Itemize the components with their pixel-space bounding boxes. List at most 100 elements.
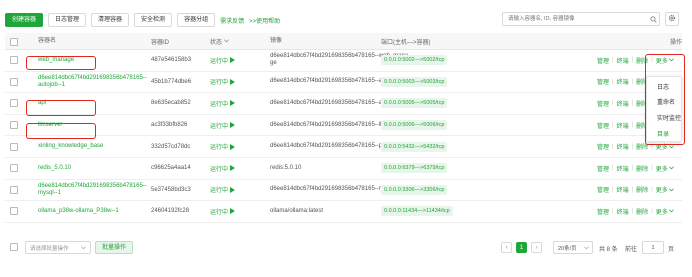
container-name-link[interactable]: d6ee814dbc67f4bd291698356b478165--mysql-… <box>38 180 150 201</box>
row-checkbox[interactable] <box>10 142 18 151</box>
container-name-link[interactable]: ollama_p38w-ollama_P38w--1 <box>38 201 150 222</box>
row-checkbox[interactable] <box>10 99 18 108</box>
help-link[interactable]: >>使用帮助 <box>249 16 280 25</box>
container-name-link[interactable]: d6ee814dbc67f4bd291698356b478165--autojo… <box>38 72 150 93</box>
create-container-button[interactable]: 创建容器 <box>5 13 44 27</box>
port-badge[interactable]: 0.0.0.0:5003—>5003/tcp <box>381 76 448 87</box>
status-text: 运行中 <box>210 80 229 87</box>
header-status-label: 状态 <box>210 40 223 46</box>
manage-link[interactable]: 管理 <box>597 207 609 216</box>
play-icon <box>230 186 236 193</box>
terminal-link[interactable]: 终端 <box>617 77 629 86</box>
batch-action-button[interactable]: 批量操作 <box>95 241 134 254</box>
prev-page-button[interactable]: ‹ <box>501 242 512 253</box>
status-cell[interactable]: 运行中 <box>210 93 236 114</box>
menu-item-rename[interactable]: 重命名 <box>657 97 675 106</box>
manage-link[interactable]: 管理 <box>597 185 609 194</box>
row-checkbox[interactable] <box>10 56 18 65</box>
row-checkbox[interactable] <box>10 164 18 173</box>
row-actions: 管理 | 终端 | 删除 | 更多 <box>597 158 674 179</box>
row-checkbox[interactable] <box>10 121 18 130</box>
manage-link[interactable]: 管理 <box>597 77 609 86</box>
search-icon[interactable] <box>647 13 659 25</box>
port-cell: 0.0.0.0:5006—>5006/tcp <box>381 115 448 136</box>
status-cell[interactable]: 运行中 <box>210 72 236 93</box>
menu-item-monitor[interactable]: 实时监控 <box>657 113 681 122</box>
action-divider: | <box>612 78 614 85</box>
port-badge[interactable]: 0.0.0.0:5006—>5006/tcp <box>381 120 448 131</box>
delete-link[interactable]: 删除 <box>636 207 648 216</box>
page-size-select[interactable]: 20条/页 <box>553 241 593 254</box>
container-name-link[interactable]: xinling_knowledge_base <box>38 136 150 157</box>
action-divider: | <box>631 78 634 85</box>
security-check-button[interactable]: 安全检测 <box>134 13 173 27</box>
more-dropdown-trigger[interactable]: 更多 <box>656 185 674 194</box>
terminal-link[interactable]: 终端 <box>617 121 629 130</box>
manage-link[interactable]: 管理 <box>597 142 609 151</box>
action-divider: | <box>612 143 614 150</box>
row-checkbox[interactable] <box>10 77 18 86</box>
terminal-link[interactable]: 终端 <box>617 142 629 151</box>
status-text: 运行中 <box>210 166 229 173</box>
play-icon <box>230 78 236 85</box>
search-input[interactable] <box>503 13 647 25</box>
header-name[interactable]: 容器名 <box>38 33 150 50</box>
chevron-down-icon <box>224 38 229 45</box>
delete-link[interactable]: 删除 <box>636 164 648 173</box>
goto-page-input[interactable]: 1 <box>642 241 664 254</box>
manage-link[interactable]: 管理 <box>597 99 609 108</box>
log-management-button[interactable]: 日志管理 <box>48 13 87 27</box>
action-divider: | <box>631 165 634 172</box>
row-checkbox[interactable] <box>10 185 18 194</box>
port-badge[interactable]: 0.0.0.0:11434—>11434/tcp <box>381 206 453 217</box>
header-id: 容器ID <box>151 40 170 46</box>
header-action: 操作 <box>670 40 683 46</box>
page-1-button[interactable]: 1 <box>516 242 527 253</box>
terminal-link[interactable]: 终端 <box>617 56 629 65</box>
container-id: 45b1b774dbe6 <box>151 78 192 85</box>
table-footer: 请选择批量操作 批量操作 ‹ 1 › 20条/页 共 8 条 前往 1 页 <box>5 240 682 258</box>
next-page-button[interactable]: › <box>531 242 542 253</box>
terminal-link[interactable]: 终端 <box>617 99 629 108</box>
feedback-link[interactable]: 需求反馈 <box>220 16 244 25</box>
port-cell: 0.0.0.0:3306—>3306/tcp <box>381 180 448 201</box>
manage-link[interactable]: 管理 <box>597 121 609 130</box>
more-dropdown-trigger[interactable]: 更多 <box>656 164 674 173</box>
settings-button[interactable] <box>665 12 679 26</box>
more-dropdown-trigger[interactable]: 更多 <box>656 207 674 216</box>
clean-containers-button[interactable]: 清理容器 <box>91 13 130 27</box>
status-cell[interactable]: 运行中 <box>210 50 236 71</box>
status-cell[interactable]: 运行中 <box>210 115 236 136</box>
menu-item-logs[interactable]: 日志 <box>657 82 669 91</box>
header-status[interactable]: 状态 <box>210 33 229 50</box>
status-cell[interactable]: 运行中 <box>210 180 236 201</box>
action-divider: | <box>651 186 653 193</box>
status-cell[interactable]: 运行中 <box>210 201 236 222</box>
footer-select-checkbox[interactable] <box>10 243 18 251</box>
delete-link[interactable]: 删除 <box>636 185 648 194</box>
page-unit-label: 页 <box>668 247 675 253</box>
terminal-link[interactable]: 终端 <box>617 207 629 216</box>
container-name-link[interactable]: redis_5.0.10 <box>38 158 150 179</box>
port-badge[interactable]: 0.0.0.0:5005—>5005/tcp <box>381 98 448 109</box>
row-checkbox[interactable] <box>10 207 18 216</box>
manage-link[interactable]: 管理 <box>597 164 609 173</box>
port-badge[interactable]: 0.0.0.0:3306—>3306/tcp <box>381 184 448 195</box>
more-label: 更多 <box>655 166 668 173</box>
menu-item-directory[interactable]: 目录 <box>657 129 669 138</box>
status-text: 运行中 <box>210 123 229 130</box>
status-cell[interactable]: 运行中 <box>210 136 236 157</box>
terminal-link[interactable]: 终端 <box>617 185 629 194</box>
port-badge[interactable]: 0.0.0.0:6379—>6379/tcp <box>381 163 448 174</box>
batch-action-select[interactable]: 请选择批量操作 <box>25 241 91 254</box>
port-badge[interactable]: 0.0.0.0:5002—>5002/tcp <box>381 55 448 66</box>
select-all-checkbox[interactable] <box>10 37 18 46</box>
container-groups-button[interactable]: 容器分组 <box>177 13 216 27</box>
status-text: 运行中 <box>210 209 229 216</box>
terminal-link[interactable]: 终端 <box>617 164 629 173</box>
port-badge[interactable]: 0.0.0.0:5432—>5432/tcp <box>381 141 448 152</box>
action-divider: | <box>631 57 634 64</box>
play-icon <box>230 165 236 172</box>
manage-link[interactable]: 管理 <box>597 56 609 65</box>
status-cell[interactable]: 运行中 <box>210 158 236 179</box>
